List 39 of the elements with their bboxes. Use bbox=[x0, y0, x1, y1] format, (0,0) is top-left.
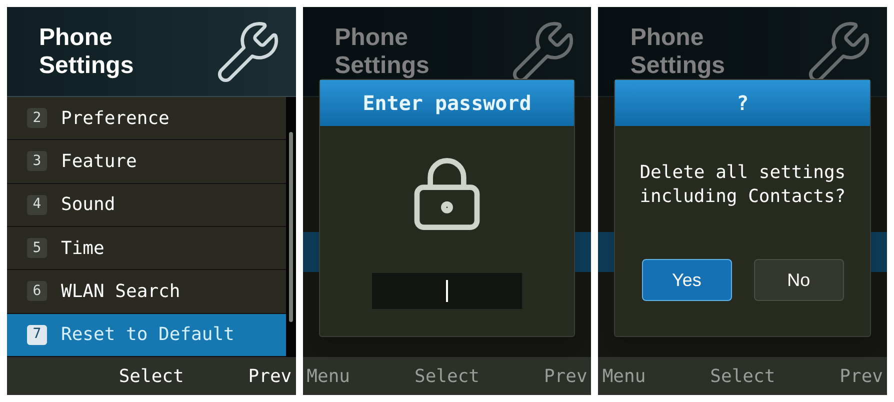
menu-item[interactable]: 5 Time bbox=[7, 226, 286, 270]
screen-title: Phone bbox=[39, 24, 114, 52]
softkey[interactable]: Prev bbox=[544, 362, 588, 390]
softkey[interactable]: Prev bbox=[840, 362, 883, 390]
dialog-message: Delete all settings including Contacts? bbox=[638, 161, 847, 209]
dialog-button[interactable]: No bbox=[754, 259, 844, 301]
dialog-title: Enter password bbox=[320, 80, 574, 126]
screen-title: Settings bbox=[630, 52, 726, 80]
item-number: 4 bbox=[27, 194, 47, 215]
softkey[interactable]: Menu bbox=[602, 362, 646, 390]
item-label: WLAN Search bbox=[61, 280, 180, 304]
item-number: 3 bbox=[27, 151, 47, 172]
menu-item[interactable]: 7 Reset to Default bbox=[7, 314, 286, 357]
item-number: 6 bbox=[27, 281, 47, 302]
item-label: Reset to Default bbox=[61, 323, 234, 348]
dialog-button[interactable]: Yes bbox=[642, 259, 732, 301]
softkey[interactable]: Select bbox=[414, 362, 480, 390]
softkey[interactable]: Select bbox=[118, 362, 184, 390]
text-cursor bbox=[446, 280, 448, 302]
item-label: Sound bbox=[61, 193, 116, 218]
screen-title: Settings bbox=[39, 52, 134, 80]
item-number: 7 bbox=[27, 324, 47, 345]
menu-item[interactable]: 3 Feature bbox=[7, 140, 286, 184]
screen-title: Phone bbox=[630, 24, 705, 52]
menu-item[interactable]: 6 WLAN Search bbox=[7, 270, 286, 314]
item-label: Time bbox=[61, 236, 104, 261]
screen-title: Settings bbox=[334, 52, 430, 80]
screen-title: Phone bbox=[334, 24, 410, 52]
item-label: Preference bbox=[61, 106, 170, 131]
item-label: Feature bbox=[61, 150, 137, 174]
password-field[interactable] bbox=[372, 272, 522, 308]
dialog-title: ? bbox=[615, 80, 870, 126]
softkey[interactable]: Select bbox=[710, 362, 776, 390]
menu-item[interactable]: 2 Preference bbox=[7, 97, 286, 140]
softkey[interactable]: Prev bbox=[248, 362, 292, 390]
menu-item[interactable]: 4 Sound bbox=[7, 184, 286, 227]
item-number: 2 bbox=[27, 108, 47, 128]
softkey[interactable]: Menu bbox=[306, 362, 350, 390]
item-number: 5 bbox=[27, 238, 47, 258]
